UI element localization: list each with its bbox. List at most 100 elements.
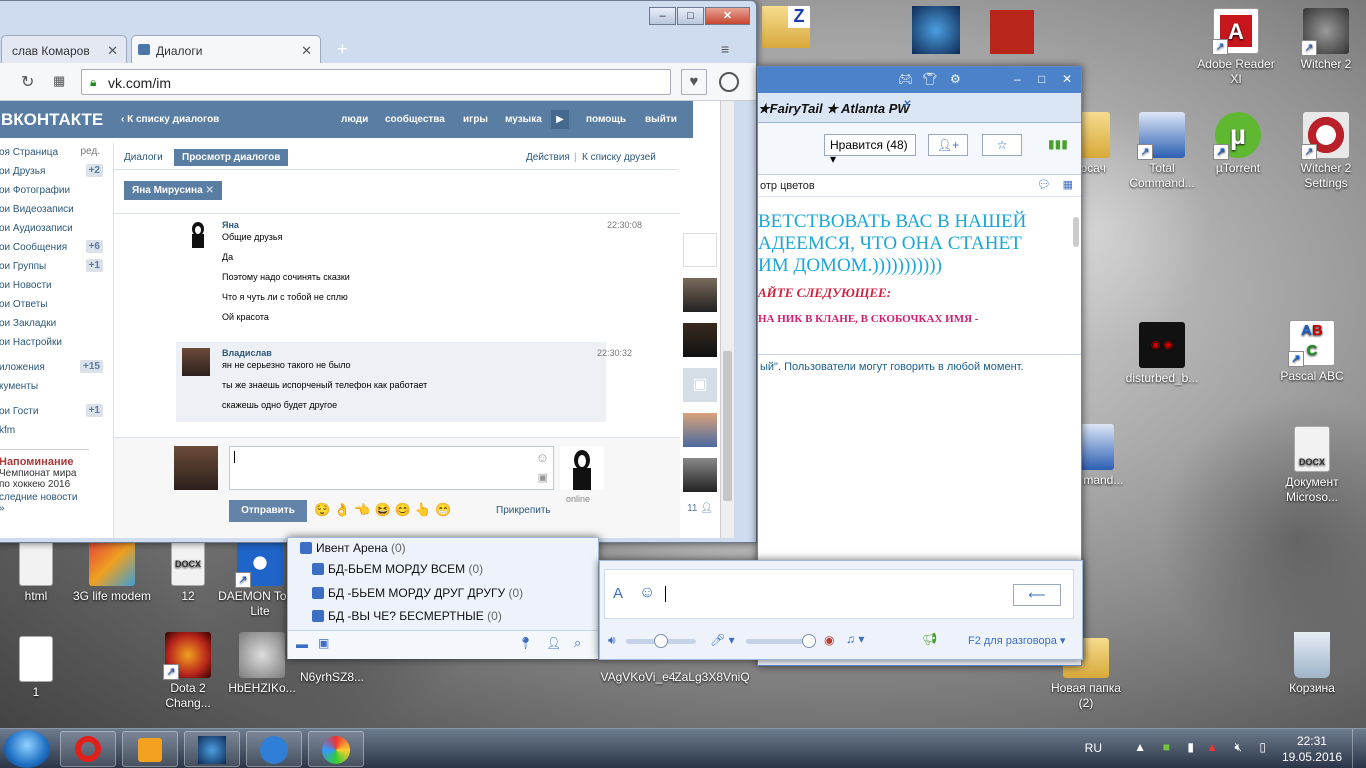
desktop-icon-zalg3[interactable]: ZaLg3X8VniQ [670,670,754,685]
reload-icon[interactable]: ↻ [21,72,34,92]
volume-slider[interactable] [626,634,696,648]
desktop-icon-utorrent[interactable]: µ µTorrent [1196,112,1280,176]
volume-muted-icon[interactable]: 🔇︎ [1234,740,1242,755]
emoji-row[interactable]: 😌👌👈😆😊👆😁 [314,502,455,518]
member-avatar[interactable] [683,323,717,357]
page-scrollbar[interactable] [720,101,734,538]
sidebar-item[interactable]: ои Закладки [0,314,109,333]
app-icon[interactable] [912,6,960,54]
adobe-tray-icon[interactable]: ▲ [1206,740,1218,754]
chat-icon[interactable]: 💬︎ [1037,178,1051,191]
tab-close-icon[interactable]: ✕ [902,99,910,110]
taskbar-chat-app[interactable] [246,731,302,767]
tab-dialogs[interactable]: Диалоги ✕ [131,35,321,63]
group-item[interactable]: Ивент Арена (0) [300,541,406,555]
nav-help[interactable]: помощь [586,114,626,125]
maximize-button[interactable]: □ [1038,72,1045,86]
microphone-icon[interactable]: 🎤︎ ▾ [710,633,735,647]
members-count[interactable]: 11 👤︎ [681,503,719,514]
smile-icon[interactable]: ☺ [536,450,549,465]
camera-icon[interactable]: ▣ [538,471,548,484]
sidebar-item[interactable]: kfm [0,421,109,440]
tab-dialogs-list[interactable]: Диалоги [116,149,171,166]
peer-chip[interactable]: Яна Мирусина ✕ [124,181,222,200]
maximize-button[interactable]: □ [677,7,704,25]
push-to-talk-dropdown[interactable]: F2 для разговора ▾ [968,634,1065,647]
sidebar-item[interactable]: ои Гости +1 [0,402,109,421]
desktop-icon-html[interactable]: html [0,540,78,604]
nvidia-icon[interactable]: ■ [1163,740,1170,754]
bookmark-heart-icon[interactable]: ♥ [681,69,707,95]
desktop-icon-dota2-changer[interactable]: Dota 2 Chang... [146,632,230,711]
sidebar-item[interactable]: ои Видеозаписи [0,200,109,219]
font-icon[interactable]: A [613,585,623,602]
scroll-thumb[interactable] [723,351,732,501]
likes-dropdown[interactable]: Нравится (48) ▾ [824,134,916,166]
address-bar[interactable]: 🔒︎ vk.com/im [81,69,671,95]
extension-clock-icon[interactable] [719,72,739,92]
apps-icon[interactable]: ▦ [53,73,65,89]
group-item[interactable]: БД -БЬЕМ МОРДУ ДРУГ ДРУГУ (0) [312,586,523,600]
megaphone-icon[interactable]: 📢︎ [922,632,937,646]
back-to-dialogs-link[interactable]: ‹ К списку диалогов [121,114,219,125]
collapse-icon[interactable]: ▬ [296,637,308,651]
contact-card-icon[interactable]: ▣ [318,636,329,650]
desktop-icon-witcher2-settings[interactable]: Witcher 2 Settings [1284,112,1366,191]
chat-input[interactable]: A ☺ ⟵ [604,569,1074,619]
add-friend-button[interactable]: 👤︎+ [928,134,968,156]
taskbar-game-app[interactable] [184,731,240,767]
member-avatar[interactable] [683,413,717,447]
tab-close-icon[interactable]: ✕ [301,43,312,59]
slider-knob[interactable] [802,634,816,648]
record-icon[interactable]: ◉ [824,633,834,647]
sidebar-item[interactable]: ои Сообщения +6 [0,238,109,257]
member-avatar[interactable] [683,458,717,492]
friends-list-link[interactable]: К списку друзей [574,149,664,166]
sidebar-item[interactable]: ои Настройки [0,333,109,352]
new-tab-button[interactable]: + [337,39,348,60]
avatar-vladislav[interactable] [182,348,210,376]
member-avatar[interactable] [683,233,717,267]
taskbar-paint[interactable] [308,731,364,767]
search-icon[interactable]: ⌕ [574,635,581,651]
close-button[interactable]: ✕ [1062,72,1072,86]
peer-avatar[interactable] [560,446,604,490]
message-input[interactable]: ☺ ▣ [229,446,554,490]
sidebar-item[interactable]: оя Страница ред. [0,143,109,162]
music-icon[interactable]: ♫ ▾ [846,632,864,646]
close-icon[interactable]: ✕ [205,185,213,196]
group-item[interactable]: БД-БЬЕМ МОРДУ ВСЕМ (0) [312,562,483,576]
close-button[interactable]: ✕ [705,7,750,25]
desktop-icon-n6yrh[interactable]: N6yrhSZ8... [290,670,374,690]
nav-logout[interactable]: выйти [645,114,677,125]
speaker-icon[interactable]: 🔊︎ [608,633,616,648]
desktop-icon-adobe[interactable]: A Adobe Reader XI [1194,8,1278,87]
user-icon[interactable]: 👤︎ [546,636,561,650]
smile-icon[interactable]: ☺ [639,584,655,602]
camera-icon[interactable]: ▣ [683,368,717,402]
desktop-icon-recycle-bin[interactable]: Корзина [1270,632,1354,696]
calendar-icon[interactable]: ▦ [1063,178,1073,191]
battery-icon[interactable]: ▯ [1259,740,1266,754]
minimize-button[interactable]: ‒ [1014,72,1021,86]
send-enter-button[interactable]: ⟵ [1013,584,1061,606]
favorite-button[interactable]: ☆ [982,134,1022,156]
sidebar-item[interactable]: ои Аудиозаписи [0,219,109,238]
scroll-thumb[interactable] [1073,217,1079,247]
send-button[interactable]: Отправить [229,500,307,522]
minimize-button[interactable]: ‒ [649,7,676,25]
nav-communities[interactable]: сообщества [385,114,445,125]
taskbar-opera[interactable] [60,731,116,767]
desktop-icon-vagvkovi[interactable]: VAgVKoVi_e4 [596,670,680,685]
play-icon[interactable]: ▶ [551,110,569,129]
desktop-icon-witcher2[interactable]: Witcher 2 [1284,8,1366,72]
sidebar-item[interactable]: ои Друзья +2 [0,162,109,181]
sidebar-item[interactable]: иложения +15 [0,358,109,377]
desktop-icon-1[interactable]: 1 [0,636,78,700]
slider-knob[interactable] [654,634,668,648]
channel-tab[interactable]: ★FairyTail ★ Atlanta PW ✕ [758,93,1081,123]
tab-profile[interactable]: слав Комаров ✕ [1,35,127,63]
my-avatar[interactable] [174,446,218,490]
taskbar-player[interactable] [122,731,178,767]
device-icon[interactable]: ▮ [1187,740,1194,754]
